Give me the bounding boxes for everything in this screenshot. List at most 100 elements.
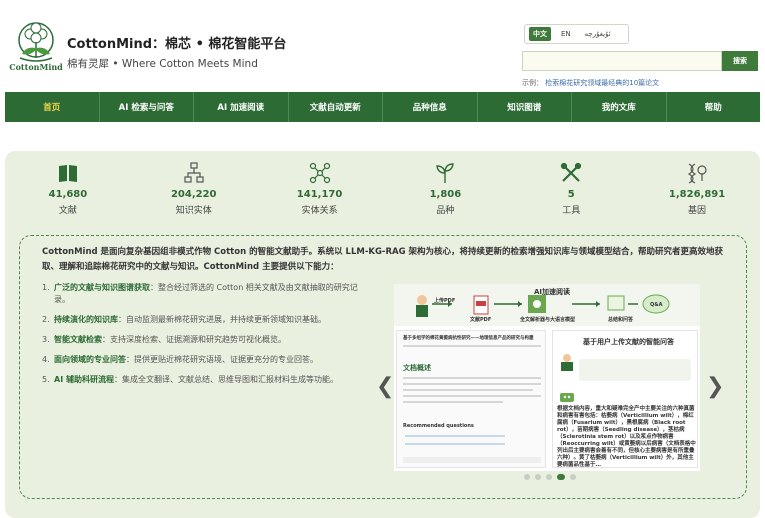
flow-step-upload: 上传PDF [434, 298, 456, 304]
document-header: 基于多组学的棉花黄萎病抗性研究——地理信息产品的研究与构建 [403, 336, 534, 341]
feature-desc: ：提供更贴近棉花研究语境、证据更充分的专业回答。 [126, 355, 318, 364]
stat-genes[interactable]: 1,826,891 基因 [634, 161, 760, 231]
feature-desc: ：集成全文翻译、文献总结、思维导图和汇报材料生成等功能。 [113, 375, 338, 384]
chat-title: 基于用户上传文献的智能问答 [583, 338, 674, 346]
chat-answer: 根据文档内容，重大和疑难完全产中主要关注的六种真菌和病害有害包括：枯萎病（Ver… [557, 406, 696, 468]
search-example: 示例： 检索棉花研究领域最经典的10篇论文 [522, 78, 659, 88]
feature-number: 3. [42, 335, 50, 344]
feature-list: 1. 广泛的文献与知识图谱获取：整合经过筛选的 Cotton 相关文献及由文献抽… [42, 282, 372, 394]
feature-number: 5. [42, 375, 50, 384]
feature-desc: ：支持深度检索、证据溯源和研究趋势可视化概览。 [102, 335, 286, 344]
stat-value: 41,680 [48, 189, 88, 200]
stat-label: 知识实体 [175, 206, 212, 216]
feature-title: 持续演化的知识库 [54, 315, 118, 324]
intro-text: CottonMind 是面向复杂基因组非模式作物 Cotton 的智能文献助手。… [42, 247, 724, 272]
dna-icon [687, 163, 707, 184]
nav-item-help[interactable]: 帮助 [667, 92, 761, 122]
stat-value: 141,170 [296, 189, 343, 200]
chat-preview: 基于用户上传文献的智能问答 根据文档内容，重大和疑难完全产中主要关注的六种真菌和… [552, 330, 698, 468]
nav-item-ai-search[interactable]: AI 检索与问答 [100, 92, 194, 122]
flow-step-pdf: 文献PDF [470, 317, 492, 323]
lang-option-ug[interactable]: ئۇيغۇرچە [581, 28, 615, 40]
nav-item-my-library[interactable]: 我的文库 [572, 92, 667, 122]
feature-number: 4. [42, 355, 50, 364]
nav-item-knowledge-graph[interactable]: 知识图谱 [478, 92, 572, 122]
stat-value: 1,806 [429, 189, 462, 200]
site-title: CottonMind：棉芯 • 棉花智能平台 [67, 37, 287, 52]
main-panel: 41,680 文献 204,220 知识实体 141,170 实体关系 1,80… [5, 151, 760, 518]
stat-tools[interactable]: 5 工具 [508, 161, 634, 231]
language-switcher: 中文 EN ئۇيغۇرچە [524, 24, 629, 44]
carousel-slide: AI加速阅读 上传PDF 文献PDF 全文解析器与大语言模型 总结和问答 Q&A… [394, 284, 700, 471]
nav-item-varieties[interactable]: 品种信息 [383, 92, 478, 122]
search-input[interactable] [522, 51, 722, 71]
search-example-prefix: 示例： [522, 79, 543, 87]
feature-title: 广泛的文献与知识图谱获取 [54, 283, 150, 292]
book-icon [58, 165, 77, 182]
document-preview: 基于多组学的棉花黄萎病抗性研究——地理信息产品的研究与构建 文档概述 Recom… [396, 330, 546, 468]
feature-item: 4. 面向领域的专业问答：提供更贴近棉花研究语境、证据更充分的专业回答。 [42, 354, 372, 366]
nav-item-auto-update[interactable]: 文献自动更新 [289, 92, 383, 122]
search-button[interactable]: 搜索 [722, 51, 758, 71]
document-section-title: 文档概述 [403, 364, 431, 372]
feature-title: 智能文献检索 [54, 335, 102, 344]
recommended-question [405, 435, 505, 437]
feature-number: 2. [42, 315, 50, 324]
carousel-dots [524, 474, 576, 480]
stat-varieties[interactable]: 1,806 品种 [382, 161, 508, 231]
doc-chat-input [403, 457, 541, 463]
nav-item-home[interactable]: 首页 [5, 92, 100, 122]
lang-option-en[interactable]: EN [557, 28, 575, 40]
site-subtitle: 棉有灵犀 • Where Cotton Meets Mind [67, 58, 258, 70]
stat-label: 工具 [562, 206, 581, 216]
doc-text-line [403, 401, 503, 403]
feature-item: 1. 广泛的文献与知识图谱获取：整合经过筛选的 Cotton 相关文献及由文献抽… [42, 282, 372, 306]
site-header: CottonMind CottonMind：棉芯 • 棉花智能平台 棉有灵犀 •… [0, 0, 765, 92]
hierarchy-icon [184, 162, 204, 183]
feature-desc: ：自动监测最新棉花研究进展，并持续更新领域知识基础。 [118, 315, 326, 324]
doc-toolbar-line [403, 345, 541, 347]
doc-text-line [403, 395, 541, 397]
stats-row: 41,680 文献 204,220 知识实体 141,170 实体关系 1,80… [5, 161, 760, 231]
network-icon [309, 162, 330, 184]
doc-text-line [403, 377, 541, 379]
doc-text-line [403, 383, 541, 385]
flow-step-parser: 全文解析器与大语言模型 [520, 317, 576, 323]
feature-number: 1. [42, 283, 50, 292]
carousel-dot[interactable] [570, 474, 576, 480]
assistant-icon [560, 393, 574, 402]
tools-icon [561, 162, 582, 182]
carousel-dot-active[interactable] [557, 474, 565, 480]
doc-text-line [403, 389, 533, 391]
nav-item-ai-reading[interactable]: AI 加速阅读 [194, 92, 289, 122]
stat-relations[interactable]: 141,170 实体关系 [257, 161, 383, 231]
stat-label: 品种 [436, 206, 455, 216]
qa-badge: Q&A [650, 302, 663, 308]
flow-step-qa: 总结和问答 [608, 317, 634, 323]
feature-title: AI 辅助科研流程 [54, 375, 114, 384]
stat-value: 1,826,891 [668, 189, 726, 200]
stat-label: 基因 [688, 206, 707, 216]
recommended-questions-title: Recommended questions [403, 423, 474, 429]
carousel-next-arrow-icon[interactable]: ❯ [706, 374, 724, 399]
logo-caption: CottonMind [9, 62, 63, 72]
carousel-dot[interactable] [535, 474, 541, 480]
chat-question-bubble [579, 359, 691, 381]
lang-option-zh[interactable]: 中文 [529, 27, 551, 41]
intro-box: CottonMind 是面向复杂基因组非模式作物 Cotton 的智能文献助手。… [19, 235, 747, 499]
stat-label: 文献 [58, 206, 77, 216]
sprout-icon [436, 163, 455, 183]
carousel-dot[interactable] [524, 474, 530, 480]
feature-title: 面向领域的专业问答 [54, 355, 126, 364]
feature-item: 2. 持续演化的知识库：自动监测最新棉花研究进展，并持续更新领域知识基础。 [42, 314, 372, 326]
carousel-dot[interactable] [546, 474, 552, 480]
search-example-link[interactable]: 检索棉花研究领域最经典的10篇论文 [545, 79, 659, 87]
stat-entities[interactable]: 204,220 知识实体 [131, 161, 257, 231]
user-avatar-icon [561, 354, 573, 371]
recommended-question [405, 443, 505, 445]
main-nav: 首页 AI 检索与问答 AI 加速阅读 文献自动更新 品种信息 知识图谱 我的文… [5, 92, 760, 122]
feature-item: 3. 智能文献检索：支持深度检索、证据溯源和研究趋势可视化概览。 [42, 334, 372, 346]
carousel-prev-arrow-icon[interactable]: ❮ [376, 374, 394, 399]
stat-papers[interactable]: 41,680 文献 [5, 161, 131, 231]
stat-value: 5 [567, 189, 575, 200]
